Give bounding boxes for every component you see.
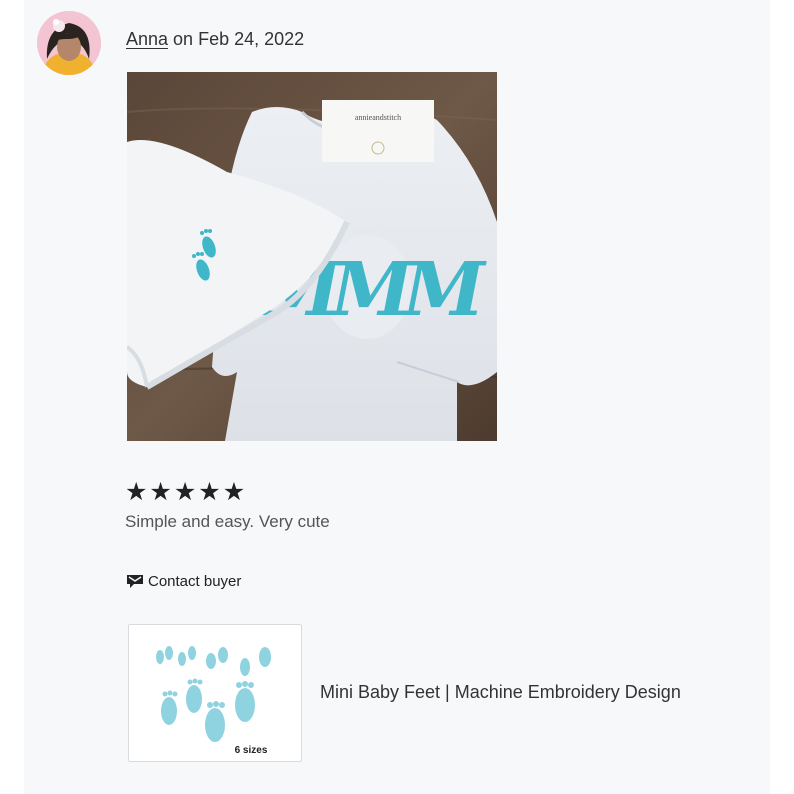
review-text: Simple and easy. Very cute xyxy=(125,512,330,531)
review-byline: Anna on Feb 24, 2022 xyxy=(126,29,304,50)
star-rating: ★ ★ ★ ★ ★ xyxy=(125,478,245,506)
product-thumbnail[interactable]: 6 sizes xyxy=(128,624,302,762)
date-prefix: on xyxy=(168,29,199,49)
star-icon: ★ xyxy=(198,478,221,506)
star-icon: ★ xyxy=(125,478,148,506)
product-title-link[interactable]: Mini Baby Feet | Machine Embroidery Desi… xyxy=(320,682,681,703)
star-icon: ★ xyxy=(173,478,197,506)
tag-brand: annieandstitch xyxy=(355,113,401,122)
review-photo[interactable]: annieandstitch MMM xyxy=(127,72,497,441)
star-icon: ★ xyxy=(149,478,172,506)
reviewer-avatar[interactable] xyxy=(37,11,101,75)
message-flag-icon xyxy=(126,574,144,590)
thumb-caption: 6 sizes xyxy=(235,745,268,756)
reviewer-name-link[interactable]: Anna xyxy=(126,29,168,49)
star-icon: ★ xyxy=(222,478,246,506)
contact-buyer-label: Contact buyer xyxy=(148,573,242,590)
review-date: Feb 24, 2022 xyxy=(198,29,305,49)
contact-buyer-button[interactable]: Contact buyer xyxy=(126,573,241,590)
